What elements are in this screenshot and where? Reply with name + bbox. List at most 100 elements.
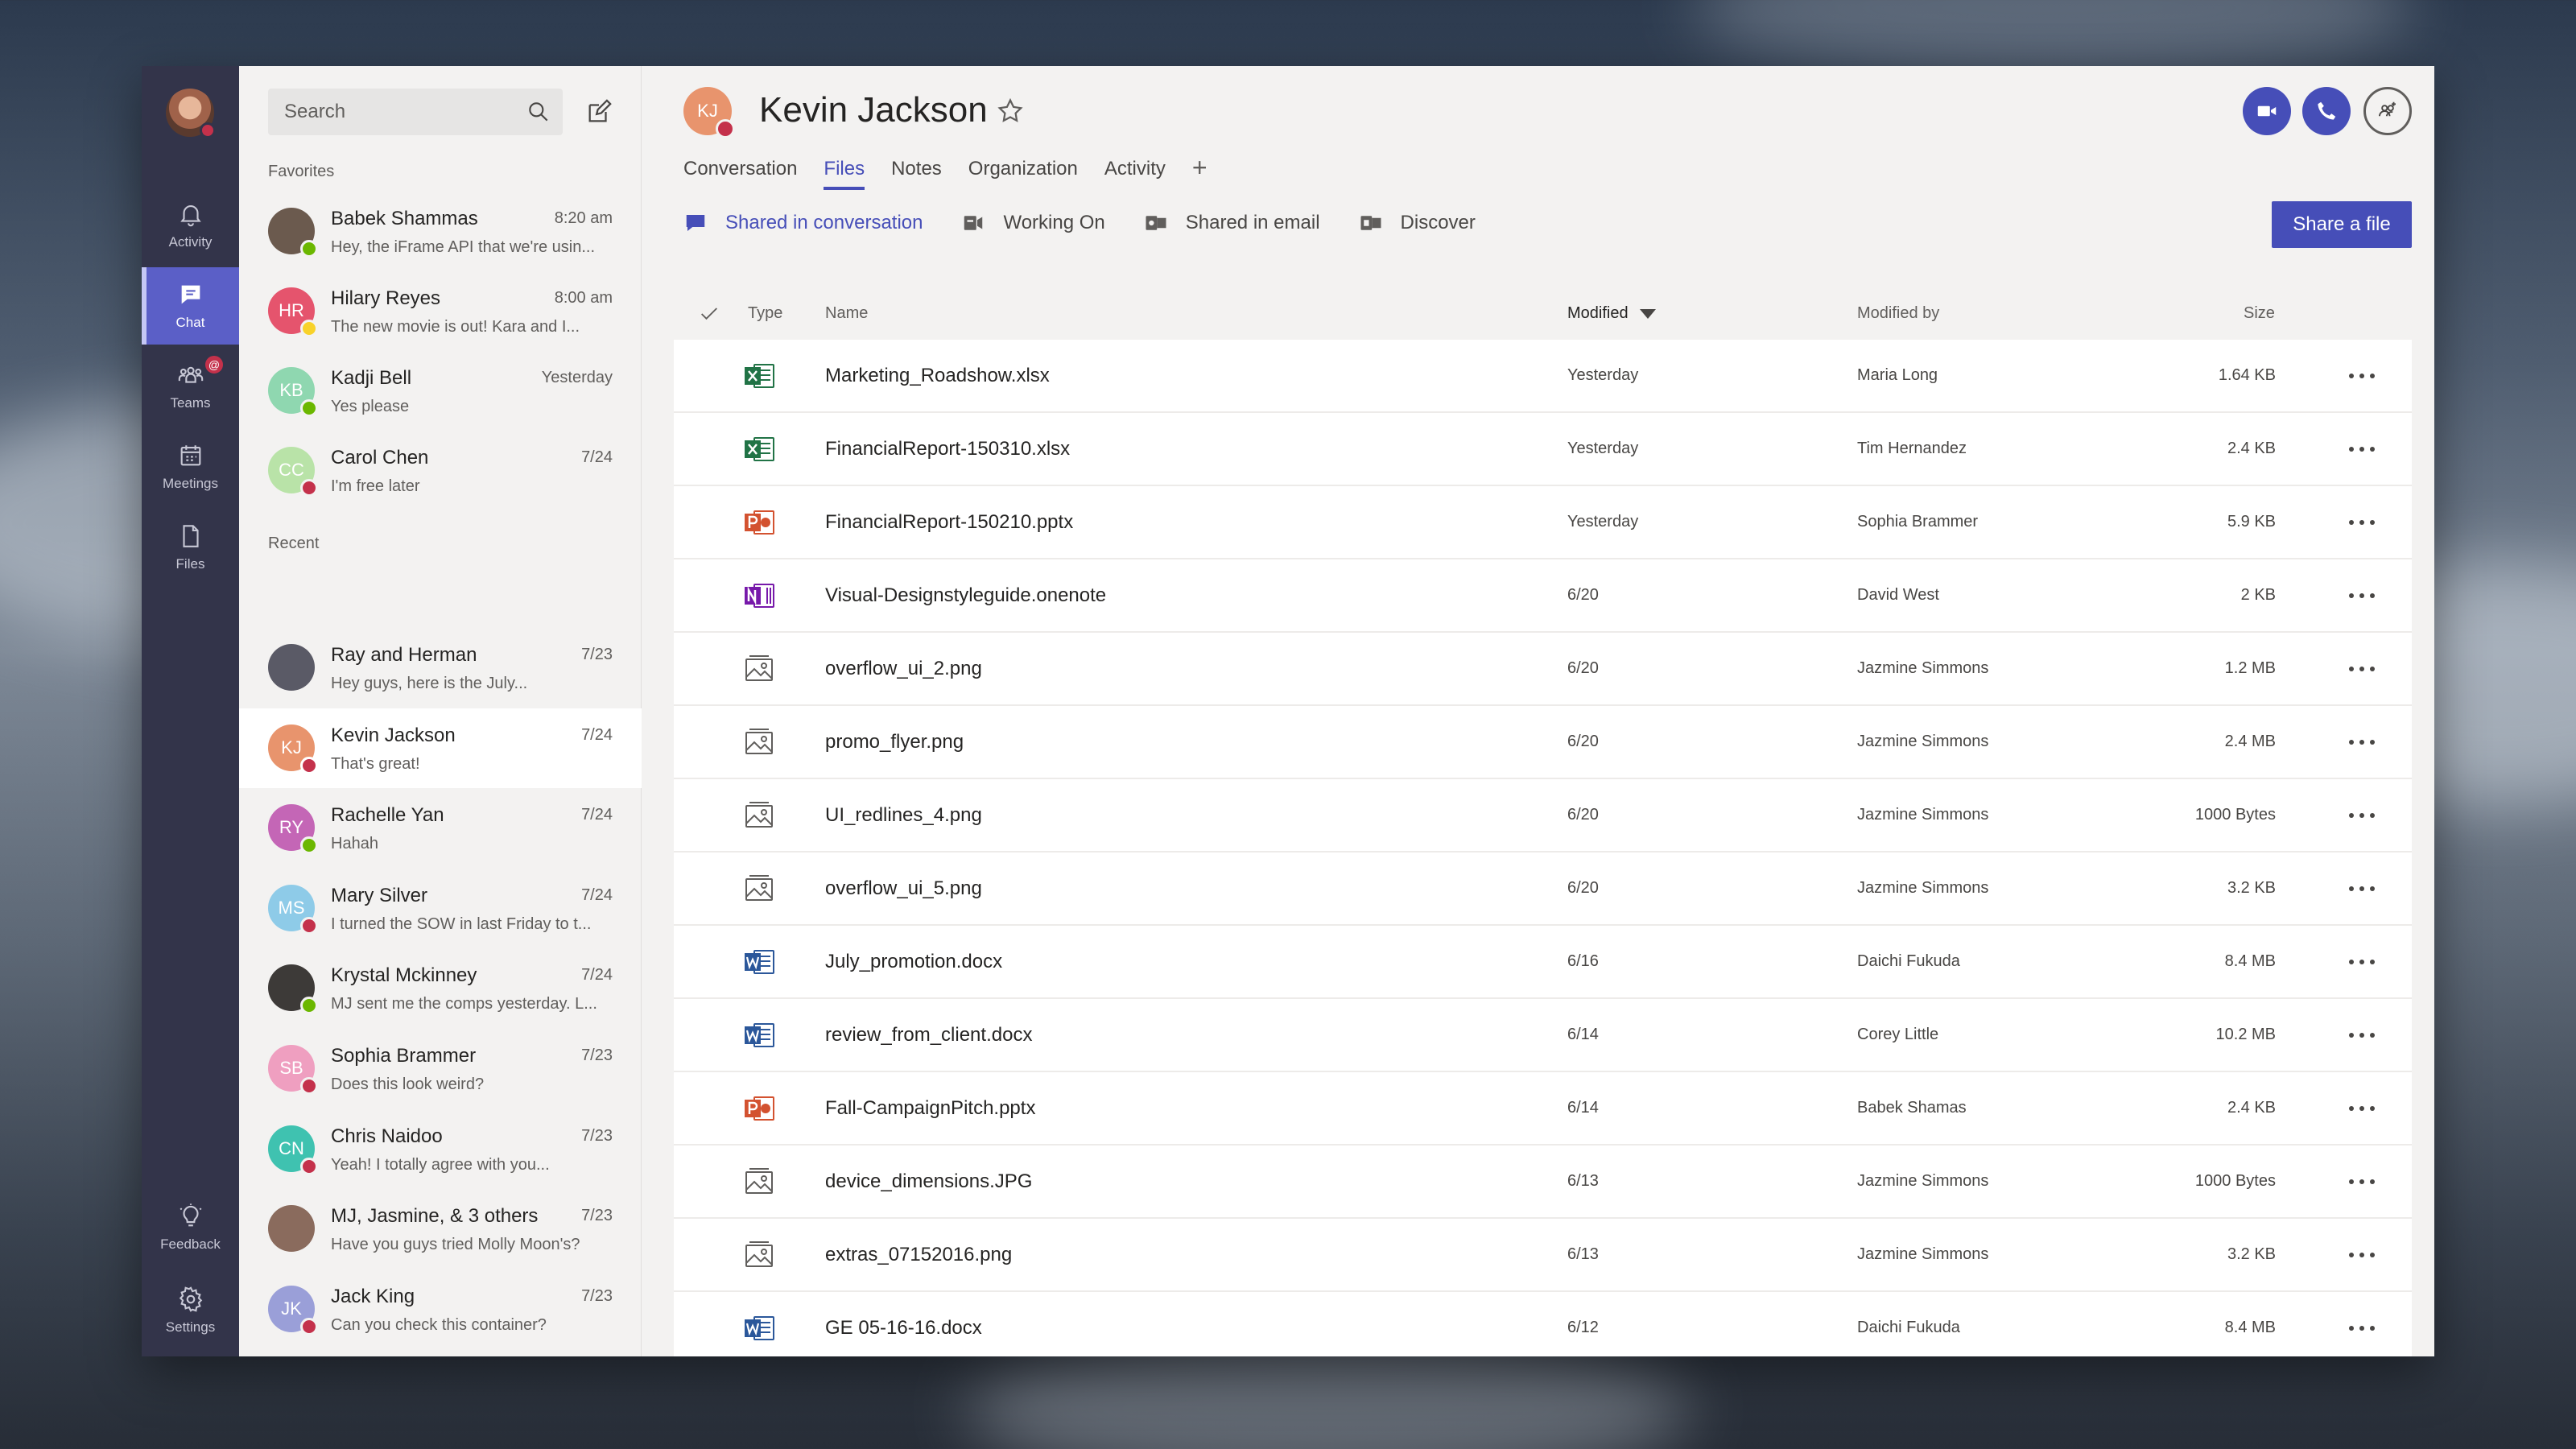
more-options-icon[interactable] bbox=[2348, 1032, 2376, 1038]
avatar-initials: HR bbox=[279, 300, 304, 320]
file-modified-by: Jazmine Simmons bbox=[1857, 733, 1989, 750]
more-options-icon[interactable] bbox=[2348, 666, 2376, 672]
table-row[interactable]: FinancialReport-150310.xlsx Yesterday Tim … bbox=[674, 413, 2412, 486]
table-row[interactable]: overflow_ui_5.png 6/20 Jazmine Simmons 3.2 … bbox=[674, 852, 2412, 926]
more-options-icon[interactable] bbox=[2348, 519, 2376, 526]
table-row[interactable]: device_dimensions.JPG 6/13 Jazmine Simmons… bbox=[674, 1146, 2412, 1219]
chat-preview: Hahah bbox=[331, 835, 378, 853]
chat-item[interactable]: RY Rachelle Yan 7/24 Hahah bbox=[239, 788, 642, 868]
file-name[interactable]: FinancialReport-150210.pptx bbox=[825, 486, 1073, 558]
rail-item-files[interactable]: Files bbox=[142, 509, 239, 586]
rail-item-feedback[interactable]: Feedback bbox=[142, 1189, 239, 1266]
file-name[interactable]: promo_flyer.png bbox=[825, 706, 964, 778]
table-row[interactable]: extras_07152016.png 6/13 Jazmine Simmons 3.… bbox=[674, 1219, 2412, 1292]
rail-item-settings[interactable]: Settings bbox=[142, 1272, 239, 1349]
add-tab-icon[interactable]: + bbox=[1192, 155, 1208, 190]
column-type[interactable]: Type bbox=[748, 304, 782, 323]
table-row[interactable]: UI_redlines_4.png 6/20 Jazmine Simmons 1000… bbox=[674, 779, 2412, 852]
chat-item[interactable]: Babek Shammas 8:20 am Hey, the iFrame API … bbox=[239, 192, 642, 271]
user-avatar[interactable] bbox=[166, 89, 216, 138]
filter-working-on[interactable]: Working On bbox=[961, 211, 1105, 235]
search-icon[interactable] bbox=[526, 99, 551, 125]
chat-item[interactable]: Krystal Mckinney 7/24 MJ sent me the comps… bbox=[239, 948, 642, 1028]
chat-item[interactable]: MS Mary Silver 7/24 I turned the SOW in las… bbox=[239, 869, 642, 948]
search-input[interactable]: Search bbox=[268, 89, 563, 135]
column-modified-by[interactable]: Modified by bbox=[1857, 304, 1939, 323]
table-row[interactable]: overflow_ui_2.png 6/20 Jazmine Simmons 1.2 … bbox=[674, 633, 2412, 706]
table-row[interactable]: GE 05-16-16.docx 6/12 Daichi Fukuda 8.4 MB bbox=[674, 1292, 2412, 1356]
column-modified-label: Modified bbox=[1567, 304, 1629, 322]
file-name[interactable]: Fall-CampaignPitch.pptx bbox=[825, 1072, 1035, 1144]
column-name[interactable]: Name bbox=[825, 304, 868, 323]
column-modified[interactable]: Modified bbox=[1567, 304, 1656, 323]
file-name[interactable]: July_promotion.docx bbox=[825, 926, 1002, 997]
file-name[interactable]: device_dimensions.JPG bbox=[825, 1146, 1032, 1217]
more-options-icon[interactable] bbox=[2348, 886, 2376, 892]
file-name[interactable]: FinancialReport-150310.xlsx bbox=[825, 413, 1070, 485]
table-row[interactable]: July_promotion.docx 6/16 Daichi Fukuda 8.4 … bbox=[674, 926, 2412, 999]
chat-item[interactable]: HR Hilary Reyes 8:00 am The new movie is ou… bbox=[239, 271, 642, 351]
rail-item-activity[interactable]: Activity bbox=[142, 187, 239, 264]
files-table-body: Marketing_Roadshow.xlsx Yesterday Maria Lo… bbox=[674, 340, 2412, 1356]
more-options-icon[interactable] bbox=[2348, 1252, 2376, 1258]
more-options-icon[interactable] bbox=[2348, 812, 2376, 819]
table-row[interactable]: review_from_client.docx 6/14 Corey Little 1… bbox=[674, 999, 2412, 1072]
tab-notes[interactable]: Notes bbox=[891, 158, 942, 190]
filter-discover[interactable]: Discover bbox=[1359, 211, 1476, 235]
file-name[interactable]: extras_07152016.png bbox=[825, 1219, 1012, 1290]
more-options-icon[interactable] bbox=[2348, 446, 2376, 452]
chat-item[interactable]: CN Chris Naidoo 7/23 Yeah! I totally agree … bbox=[239, 1109, 642, 1189]
file-name[interactable]: Visual-Designstyleguide.onenote bbox=[825, 559, 1106, 631]
share-file-button[interactable]: Share a file bbox=[2272, 201, 2412, 248]
file-name[interactable]: overflow_ui_5.png bbox=[825, 852, 982, 924]
rail-item-meetings[interactable]: Meetings bbox=[142, 428, 239, 506]
file-name[interactable]: GE 05-16-16.docx bbox=[825, 1292, 982, 1356]
rail-item-teams[interactable]: Teams @ bbox=[142, 348, 239, 425]
chat-item[interactable]: ASAlison Saltz7/23Lol! bbox=[239, 1349, 642, 1356]
file-name[interactable]: overflow_ui_2.png bbox=[825, 633, 982, 704]
table-row[interactable]: FinancialReport-150210.pptx Yesterday Soph… bbox=[674, 486, 2412, 559]
tab-activity[interactable]: Activity bbox=[1104, 158, 1166, 190]
chat-item[interactable]: MJ, Jasmine, & 3 others 7/23 Have you guys… bbox=[239, 1189, 642, 1269]
table-row[interactable]: Fall-CampaignPitch.pptx 6/14 Babek Shamas 2… bbox=[674, 1072, 2412, 1146]
filter-shared-in-email[interactable]: Shared in email bbox=[1144, 211, 1320, 235]
column-size[interactable]: Size bbox=[2244, 304, 2275, 323]
chat-item[interactable]: KB Kadji Bell Yesterday Yes please bbox=[239, 351, 642, 431]
chat-item[interactable]: KJ Kevin Jackson 7/24 That's great! bbox=[239, 708, 642, 788]
tab-files[interactable]: Files bbox=[824, 158, 865, 190]
add-people-button[interactable] bbox=[2363, 87, 2412, 135]
select-all-check-icon[interactable] bbox=[698, 303, 720, 325]
more-options-icon[interactable] bbox=[2348, 1179, 2376, 1185]
chat-item[interactable]: JK Jack King 7/23 Can you check this contai… bbox=[239, 1269, 642, 1349]
rail-item-chat[interactable]: Chat bbox=[142, 267, 239, 345]
file-size: 8.4 MB bbox=[2224, 1319, 2276, 1336]
chat-time: 7/24 bbox=[581, 966, 613, 985]
more-options-icon[interactable] bbox=[2348, 373, 2376, 379]
image-icon bbox=[743, 1167, 775, 1196]
file-size: 2.4 KB bbox=[2227, 1099, 2276, 1117]
compose-icon[interactable] bbox=[585, 98, 613, 126]
table-row[interactable]: Marketing_Roadshow.xlsx Yesterday Maria Lo… bbox=[674, 340, 2412, 413]
word-icon bbox=[743, 1021, 775, 1050]
more-options-icon[interactable] bbox=[2348, 1325, 2376, 1331]
file-name[interactable]: review_from_client.docx bbox=[825, 999, 1032, 1071]
tab-organization[interactable]: Organization bbox=[968, 158, 1078, 190]
file-name[interactable]: Marketing_Roadshow.xlsx bbox=[825, 340, 1050, 411]
chat-item[interactable]: CC Carol Chen 7/24 I'm free later bbox=[239, 431, 642, 510]
tab-conversation[interactable]: Conversation bbox=[683, 158, 797, 190]
more-options-icon[interactable] bbox=[2348, 1105, 2376, 1112]
table-row[interactable]: promo_flyer.png 6/20 Jazmine Simmons 2.4 MB bbox=[674, 706, 2412, 779]
file-name[interactable]: UI_redlines_4.png bbox=[825, 779, 982, 851]
star-icon[interactable] bbox=[996, 97, 1025, 126]
chat-item[interactable]: SB Sophia Brammer 7/23 Does this look weird… bbox=[239, 1029, 642, 1108]
more-options-icon[interactable] bbox=[2348, 959, 2376, 965]
filter-shared-in-conversation[interactable]: Shared in conversation bbox=[683, 211, 923, 235]
table-row[interactable]: Visual-Designstyleguide.onenote 6/20 David… bbox=[674, 559, 2412, 633]
video-call-button[interactable] bbox=[2243, 87, 2291, 135]
chat-item[interactable]: Ray and Herman 7/23 Hey guys, here is the … bbox=[239, 628, 642, 708]
more-options-icon[interactable] bbox=[2348, 739, 2376, 745]
chat-time: 7/23 bbox=[581, 1286, 613, 1305]
audio-call-button[interactable] bbox=[2302, 87, 2351, 135]
contact-avatar[interactable]: KJ bbox=[683, 87, 735, 138]
more-options-icon[interactable] bbox=[2348, 592, 2376, 599]
